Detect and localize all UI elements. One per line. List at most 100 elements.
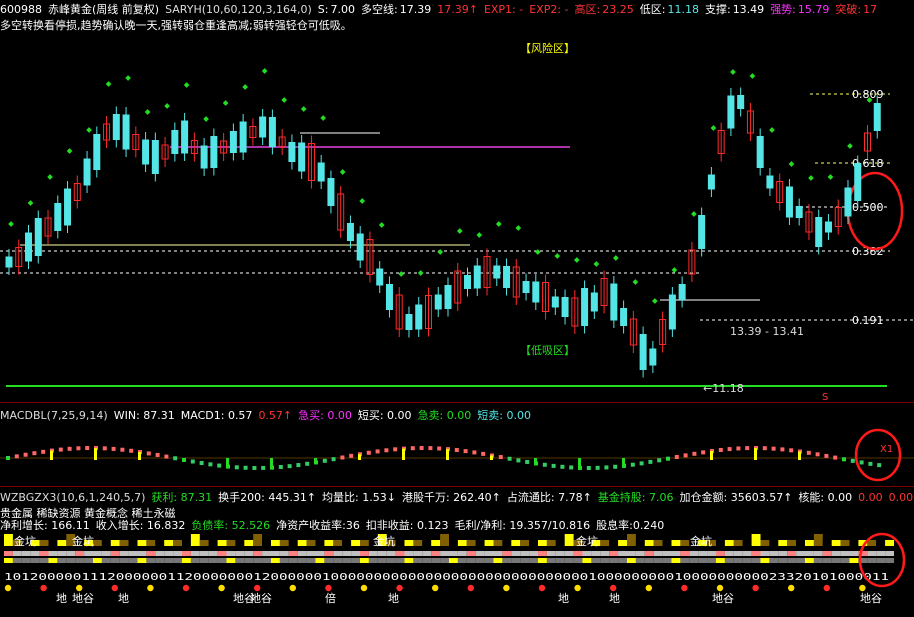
strip-cell: [110, 551, 120, 556]
candlestick-chart[interactable]: 【风险区】 【低吸区】 0.809 0.618 0.500 0.382 0.19…: [0, 32, 914, 402]
strip-cell: [395, 540, 405, 546]
macd-dot: [366, 450, 371, 455]
strip-cell: [538, 540, 547, 546]
signal-dot: [76, 584, 83, 592]
sar-dot: [456, 228, 463, 234]
sar-dot: [417, 270, 424, 276]
macd-dot: [542, 462, 547, 467]
strip-cell: [431, 551, 441, 556]
macd-jimaichu: 急卖: 0.00: [417, 409, 472, 421]
macd-bar: [226, 458, 229, 469]
strip-cell: [564, 558, 574, 563]
strip-cell: [698, 551, 708, 556]
di-label-2: 地: [118, 592, 129, 605]
wzb-chart[interactable]: 金坑 金坑 金坑 金坑 金坑 1012000001112000000112000…: [0, 530, 914, 617]
strip-cell: [306, 551, 316, 556]
strip-cell: [226, 551, 236, 556]
macd-dot: [375, 449, 380, 454]
candle-body: [54, 203, 62, 231]
sar-dot: [769, 127, 775, 133]
strip-cell: [119, 551, 129, 556]
macd-panel[interactable]: X1: [0, 422, 914, 484]
strip-cell: [822, 540, 832, 546]
macd-chart[interactable]: X1: [0, 422, 914, 484]
sar-dot: [671, 267, 678, 273]
signal-dot: [432, 584, 439, 592]
fib-label-0500: 0.500: [852, 201, 884, 214]
macd-dot: [877, 463, 882, 468]
strip-cell: [867, 558, 877, 563]
candle-body: [444, 285, 452, 309]
candle-body: [639, 334, 647, 370]
macd-dot: [745, 446, 750, 451]
strip-cell: [716, 551, 725, 556]
strip-cell: [279, 540, 289, 546]
macd-bar: [666, 458, 669, 461]
sar-dot: [105, 81, 112, 87]
macd-title[interactable]: MACDBL(7,25,9,14): [0, 409, 108, 421]
macd-dot: [164, 454, 169, 459]
digu-label-4: 地谷: [712, 592, 734, 605]
main-chart[interactable]: 【风险区】 【低吸区】 0.809 0.618 0.500 0.382 0.19…: [0, 32, 914, 402]
digu-label-1: 地谷: [72, 592, 94, 605]
macd-dot: [498, 455, 503, 460]
candle-body: [707, 174, 715, 190]
strip-cell: [502, 558, 512, 563]
wzb-panel[interactable]: 金坑 金坑 金坑 金坑 金坑 1012000001112000000112000…: [0, 530, 914, 617]
strip-cell: [75, 551, 85, 556]
strip-cell: [502, 551, 512, 556]
signal-dot: [716, 584, 724, 592]
risk-zone-label: 【风险区】: [520, 41, 575, 55]
strip-cell: [4, 534, 13, 546]
low-value: 11.18: [667, 3, 699, 15]
signal-dot: [40, 584, 47, 592]
strip-cell: [164, 540, 174, 546]
strip-cell: [600, 558, 610, 563]
bei-label: 倍: [325, 591, 336, 605]
candle-body: [288, 142, 296, 162]
duo-value: 17.39: [399, 3, 432, 15]
strip-cell: [279, 558, 289, 563]
strip-cell: [867, 551, 877, 556]
indicator-name[interactable]: SARYH(10,60,120,3,164,0): [165, 3, 312, 15]
macd-dot: [217, 463, 222, 468]
strip-cell: [226, 540, 236, 546]
strip-cell: [164, 558, 174, 563]
candle-body: [122, 114, 130, 150]
highlight-circle-macd: [854, 428, 902, 482]
strip-cell: [128, 534, 138, 546]
candle-body: [5, 256, 13, 268]
strip-cell: [520, 551, 530, 556]
strip-cell: [182, 558, 191, 563]
macd-dot: [243, 465, 248, 470]
sar-dot: [378, 222, 385, 228]
sar-dot: [730, 69, 736, 75]
fib-label-0191: 0.191: [852, 314, 884, 327]
strip-cell: [253, 551, 263, 556]
strip-cell: [457, 540, 467, 546]
strip-cell: [21, 558, 31, 563]
sar-dot: [691, 211, 697, 217]
stock-name[interactable]: 赤峰黄金(周线 前复权): [48, 3, 159, 15]
wzb-title[interactable]: WZBGZX3(10,6,1,240,5,7): [0, 491, 145, 503]
strip-cell: [253, 534, 263, 546]
fund-margin: 毛利/净利: 19.357/10.816: [454, 519, 591, 530]
macd-x1-label: X1: [880, 444, 893, 455]
strip-cell: [529, 540, 538, 546]
macd-bar: [138, 452, 141, 460]
strip-cell: [716, 540, 725, 546]
strip-cell: [609, 540, 619, 546]
wzb-volratio: 均量比: 1.53↓: [322, 491, 396, 503]
fund-debt: 负债率: 52.526: [191, 519, 271, 530]
macd-dot: [261, 465, 266, 470]
strip-cell: [538, 558, 547, 563]
strip-cell: [653, 540, 663, 546]
candle-body: [473, 265, 481, 289]
strip-cell: [182, 540, 191, 546]
strip-cell: [733, 558, 743, 563]
strip-cell: [66, 551, 76, 556]
sar-dot: [593, 261, 600, 267]
strip-cell: [422, 540, 432, 546]
low-price-annotation: ←11.18: [703, 382, 744, 395]
exp1: EXP1: -: [483, 3, 524, 15]
